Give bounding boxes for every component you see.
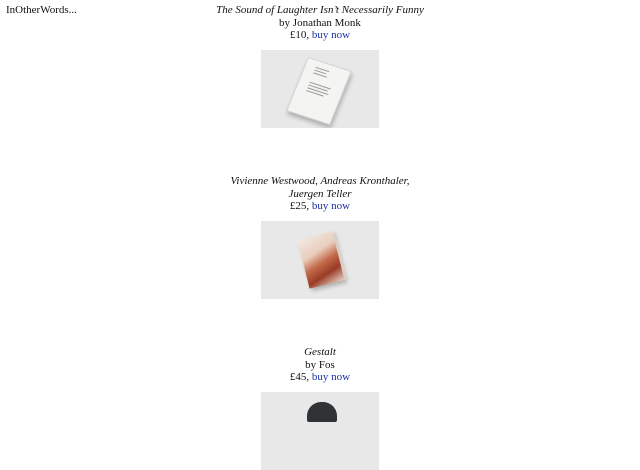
product-price: £45, (289, 371, 310, 383)
price-line: £10, buy now (0, 29, 640, 42)
product-title[interactable]: Vivienne Westwood, Andreas Kronthaler, J… (220, 175, 420, 200)
price-line: £45, buy now (0, 371, 640, 384)
product-title[interactable]: Gestalt (0, 346, 640, 359)
product-item: Vivienne Westwood, Andreas Kronthaler, J… (0, 175, 640, 299)
product-price: £25, (289, 200, 310, 212)
product-title[interactable]: The Sound of Laughter Isn’t Necessarily … (0, 4, 640, 17)
product-image[interactable] (261, 49, 379, 128)
product-image[interactable] (261, 220, 379, 299)
buy-now-link[interactable]: buy now (312, 371, 350, 383)
product-item: Gestalt by Fos £45, buy now (0, 346, 640, 470)
book-cover (286, 56, 352, 125)
book-cover (297, 230, 348, 289)
product-price: £10, (289, 29, 310, 41)
price-line: £25, buy now (0, 200, 640, 213)
buy-now-link[interactable]: buy now (312, 200, 350, 212)
buy-now-link[interactable]: buy now (312, 29, 350, 41)
product-image[interactable] (261, 391, 379, 470)
product-author: by Jonathan Monk (279, 16, 361, 29)
product-author: by Fos (305, 358, 335, 371)
product-item: The Sound of Laughter Isn’t Necessarily … (0, 4, 640, 128)
